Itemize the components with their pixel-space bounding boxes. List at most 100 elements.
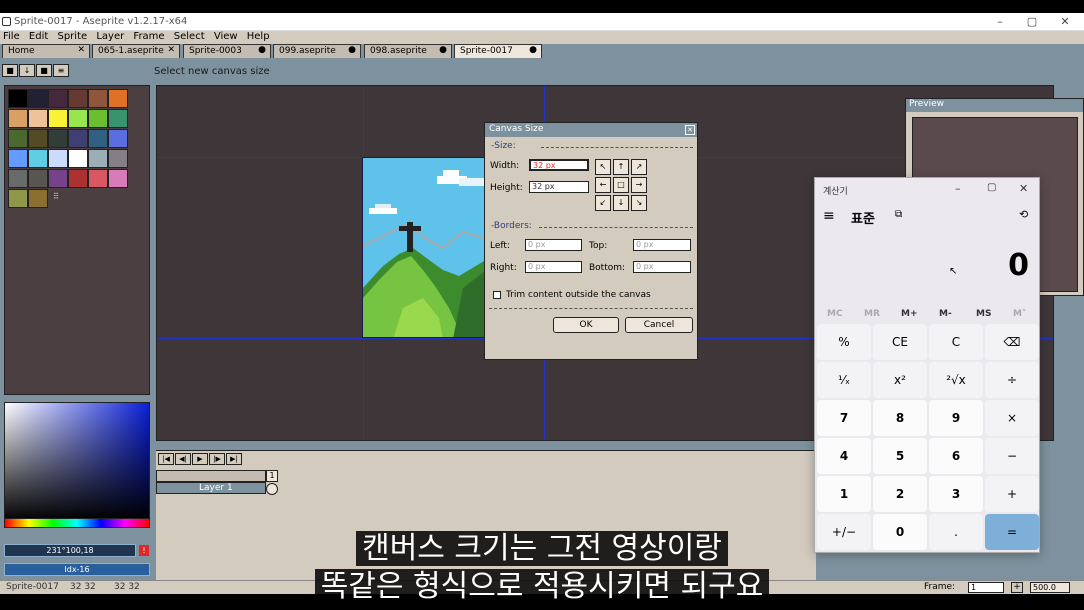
- palette-swatch[interactable]: [28, 149, 48, 168]
- modified-dot-icon[interactable]: ●: [529, 45, 537, 55]
- save-icon[interactable]: ■: [36, 64, 52, 77]
- palette-swatch[interactable]: [28, 169, 48, 188]
- digit-1-button[interactable]: 1: [817, 476, 871, 512]
- palette-swatch[interactable]: [48, 149, 68, 168]
- digit-5-button[interactable]: 5: [873, 438, 927, 474]
- palette-swatch[interactable]: [88, 149, 108, 168]
- anchor-nw-icon[interactable]: ↖: [595, 159, 611, 175]
- anchor-n-icon[interactable]: ↑: [613, 159, 629, 175]
- menu-icon[interactable]: ≡: [53, 64, 69, 77]
- horizontal-scrollbar[interactable]: [447, 440, 847, 441]
- tab-home[interactable]: Home ✕: [2, 44, 90, 58]
- play-icon[interactable]: ▶: [192, 453, 208, 465]
- anchor-w-icon[interactable]: ←: [595, 177, 611, 193]
- memory-list-button[interactable]: M˅: [1013, 309, 1026, 319]
- palette-swatch[interactable]: [8, 129, 28, 148]
- tab-sprite-0017[interactable]: Sprite-0017 ●: [454, 44, 542, 58]
- anchor-ne-icon[interactable]: ↗: [631, 159, 647, 175]
- height-field[interactable]: 32 px: [529, 181, 589, 193]
- menu-select[interactable]: Select: [174, 31, 205, 43]
- width-field[interactable]: 32 px: [529, 159, 589, 171]
- clear-button[interactable]: C: [929, 324, 983, 360]
- square-button[interactable]: x²: [873, 362, 927, 398]
- palette-swatch[interactable]: [68, 89, 88, 108]
- history-icon[interactable]: ⟲: [1019, 208, 1028, 221]
- palette-swatch[interactable]: [8, 189, 28, 208]
- minimize-button[interactable]: –: [990, 15, 1010, 28]
- palette-swatch[interactable]: [28, 109, 48, 128]
- dialog-close-icon[interactable]: ✕: [685, 125, 695, 135]
- palette-swatch[interactable]: [108, 169, 128, 188]
- digit-4-button[interactable]: 4: [817, 438, 871, 474]
- divide-button[interactable]: ÷: [985, 362, 1039, 398]
- trim-checkbox[interactable]: [493, 291, 501, 299]
- digit-7-button[interactable]: 7: [817, 400, 871, 436]
- anchor-s-icon[interactable]: ↓: [613, 195, 629, 211]
- palette-swatch[interactable]: [88, 169, 108, 188]
- memory-clear-button[interactable]: MC: [827, 309, 843, 319]
- layer-row[interactable]: Layer 1: [156, 482, 266, 494]
- first-frame-icon[interactable]: |◀: [158, 453, 174, 465]
- anchor-se-icon[interactable]: ↘: [631, 195, 647, 211]
- palette-swatch[interactable]: [8, 169, 28, 188]
- memory-subtract-button[interactable]: M-: [939, 309, 952, 319]
- close-icon[interactable]: ✕: [77, 45, 85, 55]
- palette-swatch[interactable]: [48, 89, 68, 108]
- palette-swatch[interactable]: [48, 169, 68, 188]
- next-frame-icon[interactable]: |▶: [209, 453, 225, 465]
- memory-add-button[interactable]: M+: [901, 309, 918, 319]
- menu-file[interactable]: File: [3, 31, 20, 43]
- modified-dot-icon[interactable]: ●: [439, 45, 447, 55]
- menu-sprite[interactable]: Sprite: [57, 31, 87, 43]
- palette-swatch[interactable]: [48, 109, 68, 128]
- subtract-button[interactable]: −: [985, 438, 1039, 474]
- memory-store-button[interactable]: MS: [976, 309, 991, 319]
- square-root-button[interactable]: ²√x: [929, 362, 983, 398]
- right-field[interactable]: 0 px: [525, 261, 582, 273]
- palette-swatch[interactable]: [28, 189, 48, 208]
- tab-098[interactable]: 098.aseprite ●: [364, 44, 452, 58]
- top-field[interactable]: 0 px: [633, 239, 691, 251]
- palette-swatch[interactable]: [8, 149, 28, 168]
- close-icon[interactable]: ✕: [167, 45, 175, 55]
- calc-minimize-button[interactable]: –: [955, 182, 961, 195]
- digit-9-button[interactable]: 9: [929, 400, 983, 436]
- menu-frame[interactable]: Frame: [133, 31, 164, 43]
- palette-swatch[interactable]: [8, 109, 28, 128]
- palette-swatch[interactable]: [108, 89, 128, 108]
- palette-swatch[interactable]: [88, 89, 108, 108]
- palette-swatch[interactable]: [108, 149, 128, 168]
- palette-swatch[interactable]: [8, 89, 28, 108]
- bottom-field[interactable]: 0 px: [633, 261, 691, 273]
- tab-065-1[interactable]: 065-1.aseprite ✕: [92, 44, 180, 58]
- palette-swatch[interactable]: [88, 109, 108, 128]
- last-frame-icon[interactable]: ▶|: [226, 453, 242, 465]
- hue-slider[interactable]: [4, 518, 150, 528]
- palette-swatch[interactable]: [28, 129, 48, 148]
- reciprocal-button[interactable]: ¹⁄ₓ: [817, 362, 871, 398]
- prev-frame-icon[interactable]: ◀|: [175, 453, 191, 465]
- cancel-button[interactable]: Cancel: [625, 317, 693, 333]
- calc-maximize-button[interactable]: ▢: [987, 182, 996, 193]
- palette-swatch[interactable]: [68, 129, 88, 148]
- anchor-center-icon[interactable]: □: [613, 177, 629, 193]
- backspace-button[interactable]: ⌫: [985, 324, 1039, 360]
- modified-dot-icon[interactable]: ●: [348, 45, 356, 55]
- left-field[interactable]: 0 px: [525, 239, 582, 251]
- menu-edit[interactable]: Edit: [29, 31, 48, 43]
- palette-swatch[interactable]: [68, 109, 88, 128]
- digit-2-button[interactable]: 2: [873, 476, 927, 512]
- palette-swatch[interactable]: [28, 89, 48, 108]
- keep-on-top-icon[interactable]: ⧉: [895, 209, 902, 220]
- percent-button[interactable]: %: [817, 324, 871, 360]
- palette-swatch[interactable]: [68, 149, 88, 168]
- multiply-button[interactable]: ×: [985, 400, 1039, 436]
- clear-entry-button[interactable]: CE: [873, 324, 927, 360]
- palette-swatch[interactable]: [68, 169, 88, 188]
- maximize-button[interactable]: ▢: [1022, 15, 1042, 28]
- digit-3-button[interactable]: 3: [929, 476, 983, 512]
- menu-view[interactable]: View: [214, 31, 238, 43]
- digit-6-button[interactable]: 6: [929, 438, 983, 474]
- lock-icon[interactable]: ■: [2, 64, 18, 77]
- palette-swatch[interactable]: [48, 129, 68, 148]
